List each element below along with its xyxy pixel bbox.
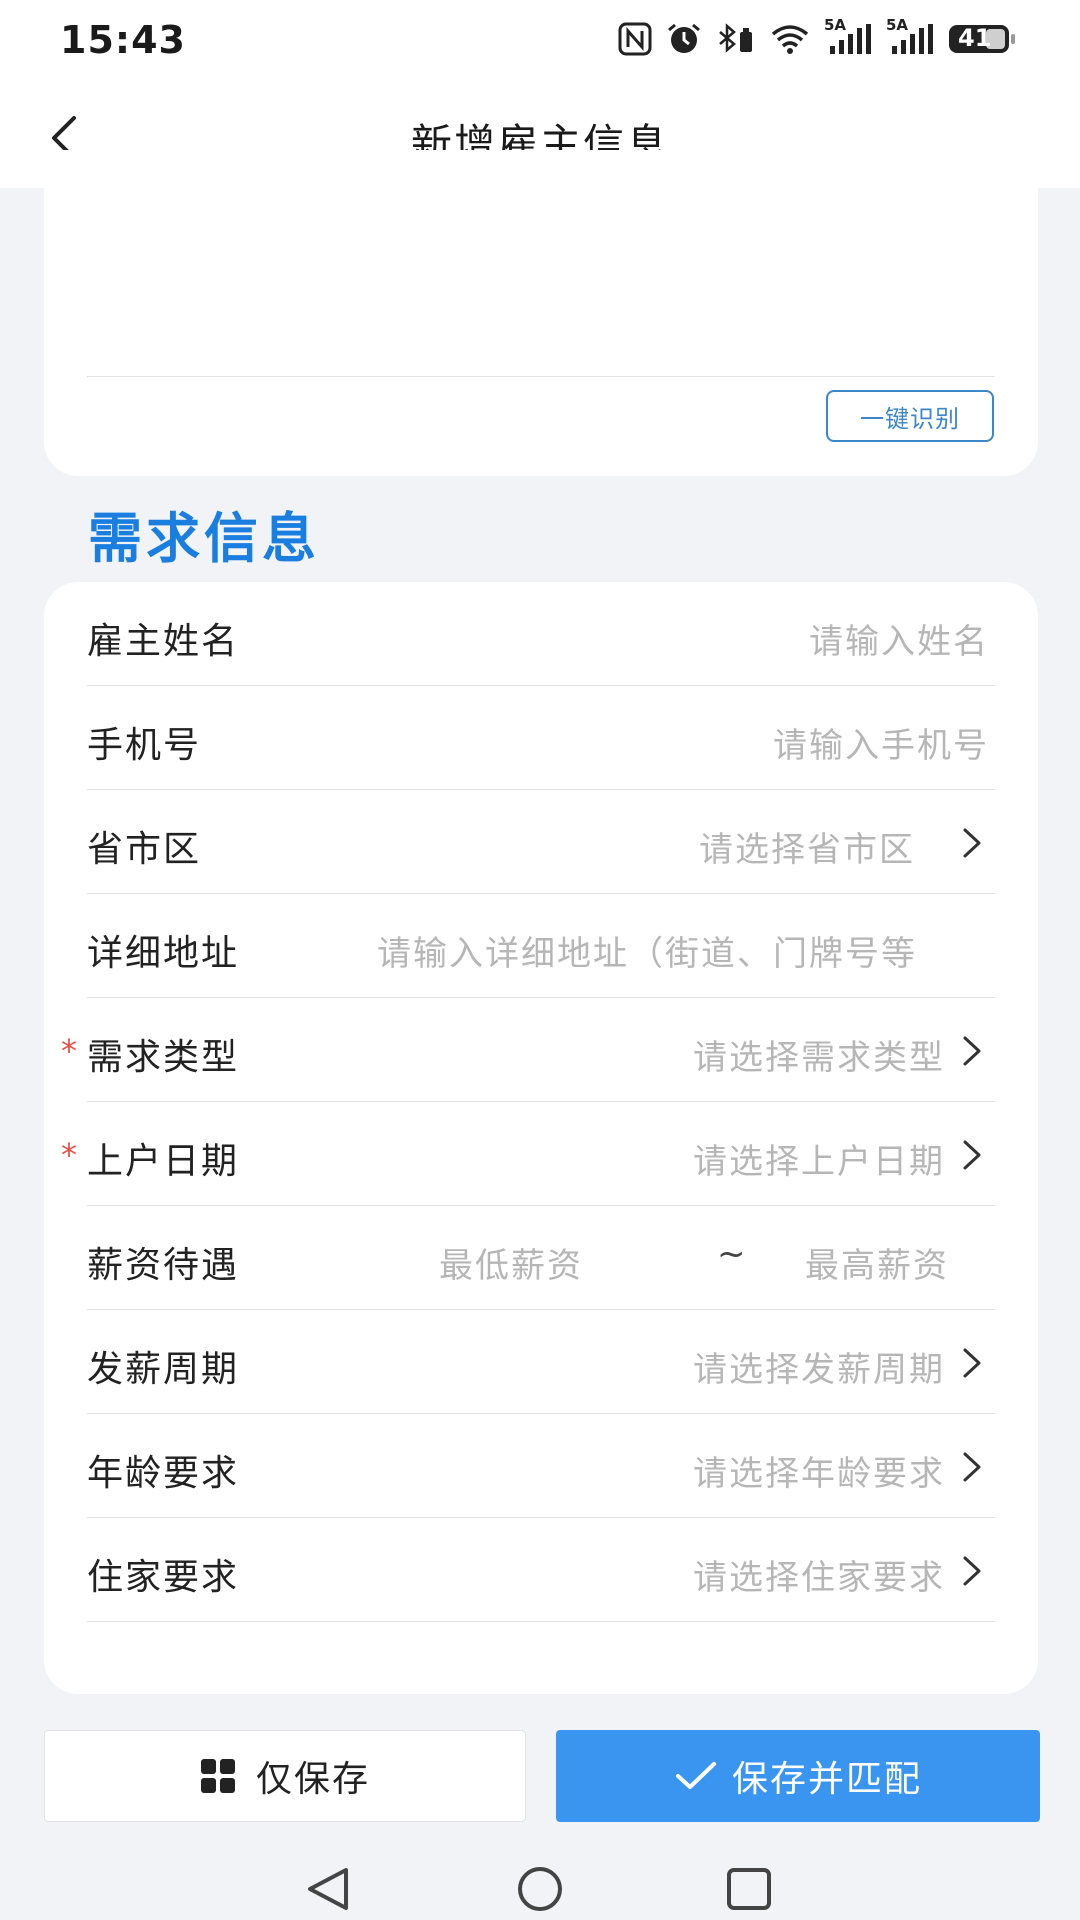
battery-icon: 41	[948, 22, 1018, 56]
wifi-icon	[770, 22, 810, 56]
row-label: 薪资待遇	[87, 1245, 240, 1286]
row-label: 发薪周期	[87, 1349, 240, 1390]
save-only-label: 仅保存	[255, 1759, 370, 1800]
form-row-phone[interactable]: 手机号 请输入手机号	[87, 686, 995, 790]
chevron-right-icon	[963, 828, 981, 858]
form-row-region[interactable]: 省市区 请选择省市区	[87, 790, 995, 894]
save-only-button[interactable]: 仅保存	[44, 1730, 526, 1822]
live-in-requirement-select[interactable]: 请选择住家要求	[693, 1550, 945, 1599]
max-salary-input[interactable]: 最高薪资	[805, 1238, 949, 1287]
signal-icon: 5A	[824, 16, 872, 56]
alarm-icon	[666, 22, 702, 56]
salary-range-separator: ~	[717, 1234, 746, 1274]
min-salary-input[interactable]: 最低薪资	[439, 1238, 583, 1287]
paste-text-card[interactable]: 一键识别	[44, 150, 1038, 476]
name-input[interactable]: 请输入姓名	[809, 614, 989, 663]
form-row-demand-type[interactable]: * 需求类型 请选择需求类型	[61, 998, 995, 1102]
grid-icon	[200, 1759, 235, 1793]
chevron-right-icon	[963, 1036, 981, 1066]
save-and-match-button[interactable]: 保存并匹配	[556, 1730, 1040, 1822]
form-row-start-date[interactable]: * 上户日期 请选择上户日期	[61, 1102, 995, 1206]
required-mark: *	[61, 1136, 77, 1174]
row-label: 住家要求	[87, 1557, 240, 1598]
row-label: 年龄要求	[87, 1453, 240, 1494]
form-row-salary: 薪资待遇 最低薪资 ~ 最高薪资	[87, 1206, 995, 1310]
age-requirement-select[interactable]: 请选择年龄要求	[693, 1446, 945, 1495]
row-label: 省市区	[87, 829, 202, 870]
section-title: 需求信息	[88, 507, 320, 570]
form-row-live-in[interactable]: 住家要求 请选择住家要求	[87, 1518, 995, 1622]
phone-input[interactable]: 请输入手机号	[773, 718, 989, 767]
nfc-icon	[618, 22, 652, 56]
chevron-right-icon	[963, 1140, 981, 1170]
row-label: 手机号	[87, 725, 202, 766]
save-and-match-label: 保存并匹配	[731, 1759, 922, 1800]
requirement-form: 雇主姓名 请输入姓名 手机号 请输入手机号 省市区 请选择省市区 详细地址 请输…	[44, 582, 1038, 1694]
form-row-address[interactable]: 详细地址 请输入详细地址（街道、门牌号等	[87, 894, 995, 998]
row-label: 详细地址	[87, 933, 240, 974]
system-navigation-bar	[0, 1856, 1080, 1920]
chevron-right-icon	[963, 1556, 981, 1586]
bluetooth-battery-icon	[716, 22, 756, 56]
divider	[87, 376, 995, 377]
address-input[interactable]: 请输入详细地址（街道、门牌号等	[377, 926, 995, 975]
start-date-select[interactable]: 请选择上户日期	[693, 1134, 945, 1183]
required-mark: *	[61, 1032, 77, 1070]
recents-square-icon[interactable]	[724, 1866, 774, 1912]
row-label: 雇主姓名	[87, 621, 240, 662]
chevron-right-icon	[963, 1452, 981, 1482]
chevron-right-icon	[963, 1348, 981, 1378]
signal-icon: 5A	[886, 16, 934, 56]
row-label: 需求类型	[87, 1037, 240, 1078]
form-row-age[interactable]: 年龄要求 请选择年龄要求	[87, 1414, 995, 1518]
demand-type-select[interactable]: 请选择需求类型	[693, 1030, 945, 1079]
form-row-employer-name[interactable]: 雇主姓名 请输入姓名	[87, 582, 995, 686]
status-bar: 15:43 5A 5A 41	[0, 0, 1080, 84]
checkmark-icon	[675, 1762, 716, 1789]
back-triangle-icon[interactable]	[304, 1866, 354, 1912]
home-circle-icon[interactable]	[512, 1866, 568, 1912]
region-select[interactable]: 请选择省市区	[699, 822, 915, 871]
pay-cycle-select[interactable]: 请选择发薪周期	[693, 1342, 945, 1391]
status-icons: 5A 5A 41	[618, 16, 1018, 56]
one-click-recognize-button[interactable]: 一键识别	[826, 390, 994, 442]
row-label: 上户日期	[87, 1141, 240, 1182]
status-time: 15:43	[60, 18, 186, 62]
form-row-pay-cycle[interactable]: 发薪周期 请选择发薪周期	[87, 1310, 995, 1414]
